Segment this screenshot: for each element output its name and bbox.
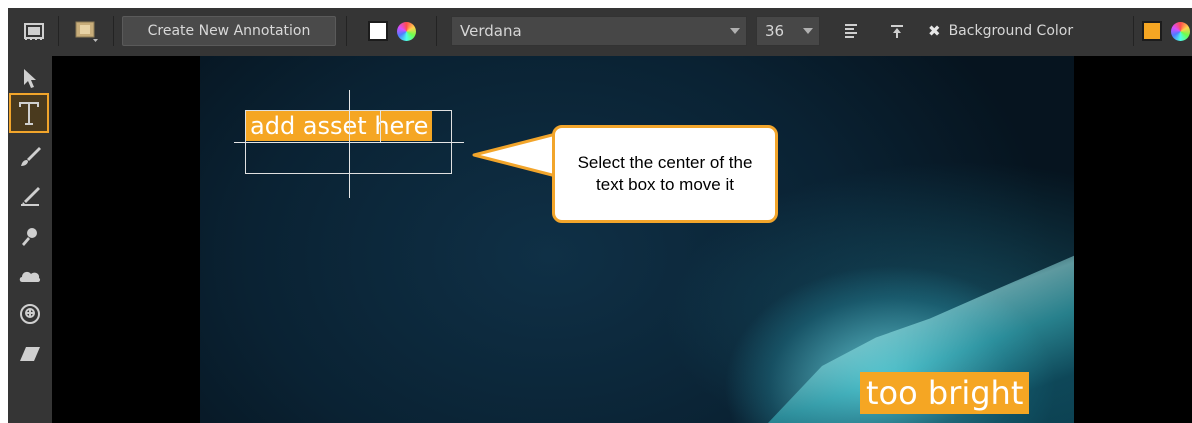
filmstrip-icon[interactable]	[18, 16, 50, 46]
cloud-shape-icon[interactable]	[14, 260, 46, 292]
top-toolbar: Create New Annotation Verdana 36 ✖ Backg…	[8, 8, 1192, 57]
chevron-down-icon	[730, 28, 740, 34]
magnify-icon[interactable]	[14, 220, 46, 252]
pen-icon[interactable]	[14, 180, 46, 212]
too-bright-annotation[interactable]: too bright	[860, 372, 1030, 414]
chevron-down-icon	[803, 28, 813, 34]
tools-sidebar	[8, 56, 53, 423]
text-color-swatch[interactable]	[366, 16, 390, 46]
font-family-select[interactable]: Verdana	[451, 16, 747, 46]
help-callout: Select the center of the text box to mov…	[552, 125, 778, 223]
font-size-select[interactable]: 36	[756, 16, 820, 46]
callout-pointer	[472, 132, 558, 178]
background-color-label: Background Color	[948, 23, 1074, 39]
canvas[interactable]: add asset here Select the center of the …	[52, 56, 1192, 423]
text-annotation[interactable]: add asset here	[246, 111, 433, 141]
background-color-wheel-icon[interactable]	[1168, 16, 1192, 46]
eraser-icon[interactable]	[14, 338, 46, 370]
help-callout-text: Select the center of the text box to mov…	[577, 153, 753, 194]
font-family-value: Verdana	[460, 22, 522, 40]
text-color-wheel-icon[interactable]	[394, 16, 418, 46]
align-top-icon[interactable]	[882, 16, 914, 46]
select-arrow-icon[interactable]	[14, 62, 46, 94]
box-icon[interactable]	[70, 16, 102, 46]
text-tool-icon[interactable]	[9, 93, 49, 133]
background-color-swatch[interactable]	[1140, 16, 1164, 46]
text-cursor	[380, 110, 381, 142]
clone-stamp-icon[interactable]	[14, 298, 46, 330]
move-crosshair-vertical	[349, 90, 350, 198]
annotation-editor: Create New Annotation Verdana 36 ✖ Backg…	[8, 8, 1192, 423]
x-icon: ✖	[928, 22, 941, 40]
align-left-icon[interactable]	[836, 16, 868, 46]
create-new-annotation-button[interactable]: Create New Annotation	[122, 16, 336, 46]
font-size-value: 36	[765, 22, 785, 40]
background-color-toggle[interactable]: ✖ Background Color	[928, 16, 1128, 46]
brush-icon[interactable]	[14, 140, 46, 172]
